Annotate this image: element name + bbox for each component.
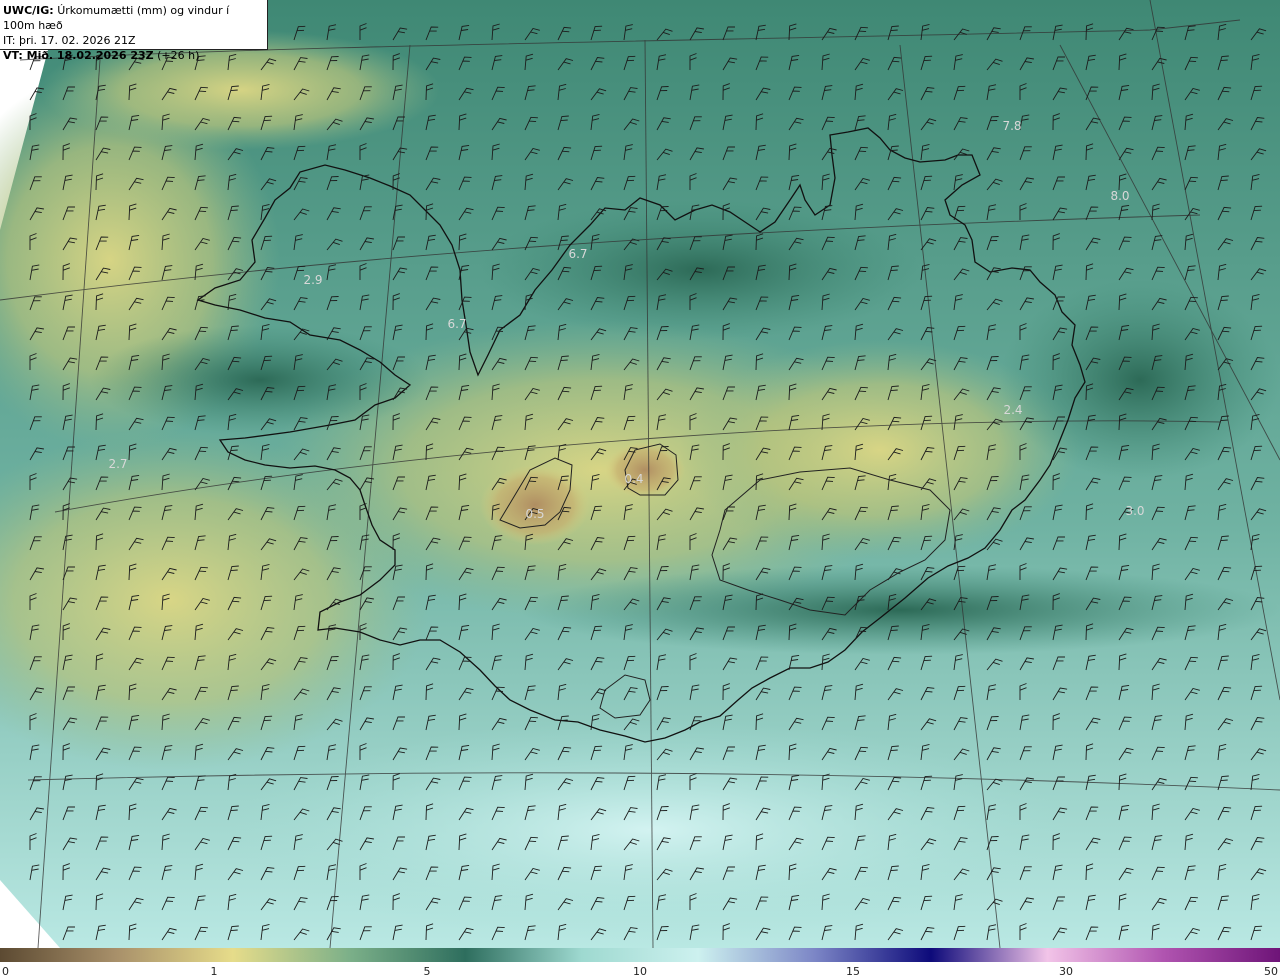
- map-value-label: 2.4: [1003, 403, 1022, 417]
- colorbar: 0 1 5 10 15 30 50: [0, 948, 1280, 978]
- field-dark-west: [90, 325, 430, 435]
- field-dark-north: [480, 200, 920, 340]
- colorbar-tick-label: 30: [1059, 965, 1073, 978]
- title-line: UWC/IG: Úrkomumætti (mm) og vindur í 100…: [3, 3, 264, 33]
- map-value-label: 8.0: [1110, 189, 1129, 203]
- lead-time: (+26 h): [157, 49, 200, 62]
- colorbar-tick-label: 50: [1264, 965, 1278, 978]
- colorbar-tick-label: 5: [423, 965, 431, 978]
- colorbar-gradient: [0, 948, 1280, 962]
- field-brown-2: [605, 442, 685, 498]
- field-pale-south: [230, 720, 1070, 940]
- valid-time-line: VT: Mið. 18.02.2026 23Z (+26 h): [3, 48, 264, 63]
- map-value-label: 0.5: [525, 507, 544, 521]
- colorbar-tick-label: 0: [2, 965, 9, 978]
- colorbar-tick-label: 15: [846, 965, 860, 978]
- map-value-label: 6.7: [568, 247, 587, 261]
- map-value-label: 7.8: [1002, 119, 1021, 133]
- map-value-label: 0.4: [624, 472, 643, 486]
- map-value-label: 3.0: [1125, 504, 1144, 518]
- colorbar-ticks: 0 1 5 10 15 30 50: [0, 962, 1280, 978]
- map-canvas: 2.9 6.7 6.7 0.5 0.4 2.4 3.0 8.0 7.8 2.7: [0, 0, 1280, 949]
- issue-time: IT: þri. 17. 02. 2026 21Z: [3, 34, 136, 47]
- map-info-box: UWC/IG: Úrkomumætti (mm) og vindur í 100…: [0, 0, 268, 62]
- field-dark-south: [520, 565, 1280, 655]
- map-value-label: 6.7: [447, 317, 466, 331]
- colorbar-tick-label: 10: [633, 965, 647, 978]
- precipitation-map[interactable]: 2.9 6.7 6.7 0.5 0.4 2.4 3.0 8.0 7.8 2.7: [0, 0, 1280, 949]
- valid-time: VT: Mið. 18.02.2026 23Z: [3, 49, 154, 62]
- map-value-label: 2.7: [108, 457, 127, 471]
- map-value-label: 2.9: [303, 273, 322, 287]
- colorbar-tick-label: 1: [210, 965, 218, 978]
- model-name: UWC/IG:: [3, 4, 54, 17]
